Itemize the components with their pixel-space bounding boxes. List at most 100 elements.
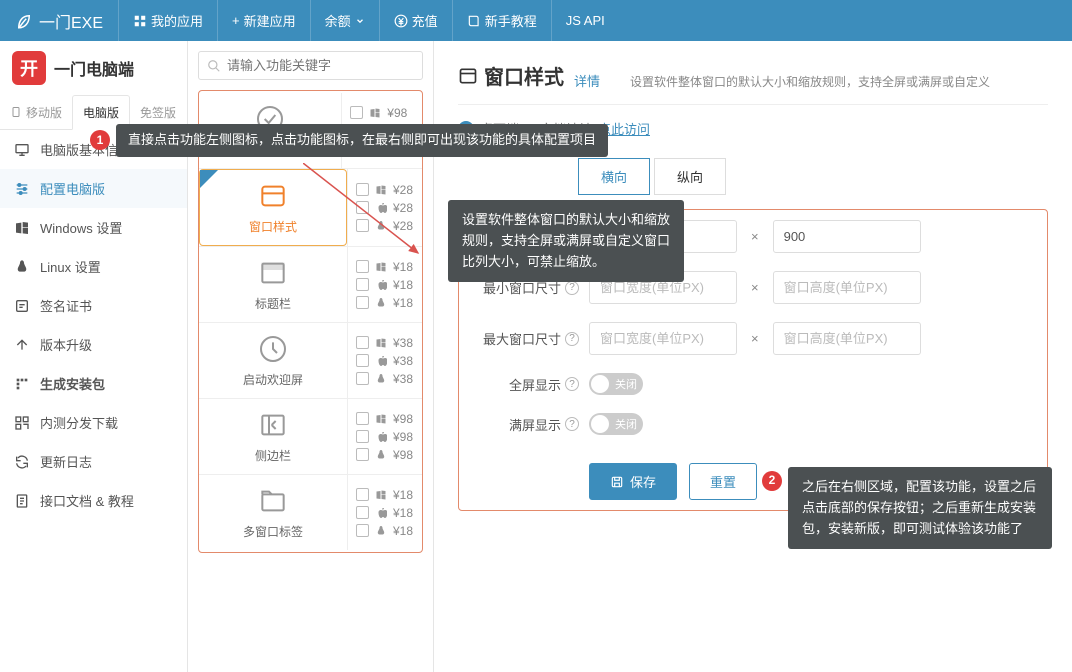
nav-recharge[interactable]: 充值: [379, 0, 452, 41]
topbar: 一门EXE 我的应用 +新建应用 余额 充值 新手教程 JS API: [0, 0, 1072, 41]
feature-prices: ¥18¥18¥18: [347, 475, 422, 550]
multiply-icon: ×: [747, 280, 763, 295]
save-button[interactable]: 保存: [589, 463, 677, 500]
plus-icon: +: [232, 13, 240, 28]
feature-list: 正式版¥98¥98¥128窗口样式¥28¥28¥28标题栏¥18¥18¥18启动…: [198, 90, 423, 553]
os-icon: [369, 107, 381, 119]
nav-my-apps[interactable]: 我的应用: [118, 0, 217, 41]
feature-card: 启动欢迎屏 ¥38 ¥38 ¥38: [199, 323, 422, 399]
feature-icon: [257, 409, 289, 441]
checkbox[interactable]: [356, 448, 369, 461]
sidebar-item-4[interactable]: 签名证书: [0, 286, 187, 325]
os-icon: [375, 337, 387, 349]
input-max-width[interactable]: [589, 322, 737, 355]
sidebar-item-label: 版本升级: [40, 335, 92, 354]
mid-tooltip: 设置软件整体窗口的默认大小和缩放规则，支持全屏或满屏或自定义窗口比列大小，可禁止…: [448, 200, 684, 282]
feature-4[interactable]: 侧边栏: [199, 399, 347, 474]
ribbon-icon: [200, 170, 218, 188]
sidebar-item-3[interactable]: Linux 设置: [0, 247, 187, 286]
help-icon[interactable]: ?: [565, 417, 579, 431]
os-icon: [375, 489, 387, 501]
sidebar-item-6[interactable]: 生成安装包: [0, 364, 187, 403]
price-value: ¥98: [393, 448, 413, 462]
feature-icon: [257, 485, 289, 517]
os-icon: [375, 355, 387, 367]
price-value: ¥38: [393, 372, 413, 386]
checkbox[interactable]: [356, 430, 369, 443]
panel-desc: 设置软件整体窗口的默认大小和缩放规则，支持全屏或满屏或自定义: [630, 73, 990, 90]
sidebar-item-label: Linux 设置: [40, 257, 101, 276]
checkbox[interactable]: [356, 524, 369, 537]
direction-vertical[interactable]: 纵向: [654, 158, 726, 195]
price-row: ¥18: [356, 278, 414, 292]
checkbox[interactable]: [356, 412, 369, 425]
feature-name: 窗口样式: [249, 218, 297, 235]
checkbox[interactable]: [356, 278, 369, 291]
sidebar-item-label: 更新日志: [40, 452, 92, 471]
feature-icon: [257, 180, 289, 212]
price-value: ¥18: [393, 488, 413, 502]
nav-tutorial[interactable]: 新手教程: [452, 0, 551, 41]
price-row: ¥98: [356, 412, 414, 426]
toggle-fullscreen[interactable]: 关闭: [589, 373, 643, 395]
sidebar-item-label: 接口文档 & 教程: [40, 491, 134, 510]
callout-1: 1 直接点击功能左侧图标，点击功能图标，在最右侧即可出现该功能的具体配置项目: [116, 124, 608, 157]
feature-card: 多窗口标签¥18¥18¥18: [199, 475, 422, 550]
sidebar-item-7[interactable]: 内测分发下载: [0, 403, 187, 442]
feature-search[interactable]: [198, 51, 423, 80]
sidebar-item-8[interactable]: 更新日志: [0, 442, 187, 481]
sidebar-item-label: 签名证书: [40, 296, 92, 315]
direction-horizontal[interactable]: 横向: [578, 158, 650, 195]
feature-5[interactable]: 多窗口标签: [199, 475, 347, 550]
search-input[interactable]: [227, 58, 414, 73]
monitor-icon: [14, 142, 30, 158]
checkbox[interactable]: [356, 506, 369, 519]
os-icon: [375, 413, 387, 425]
input-height[interactable]: [773, 220, 921, 253]
checkbox[interactable]: [350, 106, 363, 119]
price-row: ¥18: [356, 506, 414, 520]
os-icon: [375, 449, 387, 461]
tab-mobile[interactable]: 移动版: [0, 95, 72, 129]
cert-icon: [14, 298, 30, 314]
checkbox[interactable]: [356, 354, 369, 367]
feature-3[interactable]: 启动欢迎屏: [199, 323, 347, 398]
input-min-height[interactable]: [773, 271, 921, 304]
toggle-fillscreen[interactable]: 关闭: [589, 413, 643, 435]
price-row: ¥98: [350, 106, 414, 120]
sidebar-item-1[interactable]: 配置电脑版: [0, 169, 187, 208]
help-icon[interactable]: ?: [565, 332, 579, 346]
brand-text: 一门EXE: [39, 9, 103, 33]
price-value: ¥38: [393, 336, 413, 350]
sidebar-item-label: 内测分发下载: [40, 413, 118, 432]
linux-icon: [14, 259, 30, 275]
price-value: ¥98: [393, 430, 413, 444]
chevron-down-icon: [355, 16, 365, 26]
price-value: ¥38: [393, 354, 413, 368]
mobile-icon: [10, 106, 22, 118]
checkbox[interactable]: [356, 372, 369, 385]
input-max-height[interactable]: [773, 322, 921, 355]
reset-button[interactable]: 重置: [689, 463, 757, 500]
sidebar-item-2[interactable]: Windows 设置: [0, 208, 187, 247]
sidebar-item-5[interactable]: 版本升级: [0, 325, 187, 364]
qr-icon: [14, 415, 30, 431]
price-value: ¥18: [393, 278, 413, 292]
nav-balance[interactable]: 余额: [310, 0, 379, 41]
yen-icon: [394, 14, 408, 28]
checkbox[interactable]: [356, 336, 369, 349]
price-value: ¥18: [393, 506, 413, 520]
checkbox[interactable]: [356, 488, 369, 501]
help-icon[interactable]: ?: [565, 281, 579, 295]
sidebar-item-label: Windows 设置: [40, 218, 122, 237]
detail-link[interactable]: 详情: [574, 71, 600, 90]
book-icon: [467, 14, 481, 28]
feature-prices: ¥98 ¥98 ¥98: [347, 399, 422, 474]
callout-2: 2 之后在右侧区域，配置该功能，设置之后点击底部的保存按钮；之后重新生成安装包，…: [788, 467, 1052, 549]
nav-new-app[interactable]: +新建应用: [217, 0, 310, 41]
checkbox[interactable]: [356, 296, 369, 309]
nav-jsapi[interactable]: JS API: [551, 0, 619, 41]
sidebar-item-9[interactable]: 接口文档 & 教程: [0, 481, 187, 520]
feature-prices: ¥38 ¥38 ¥38: [347, 323, 422, 398]
help-icon[interactable]: ?: [565, 377, 579, 391]
